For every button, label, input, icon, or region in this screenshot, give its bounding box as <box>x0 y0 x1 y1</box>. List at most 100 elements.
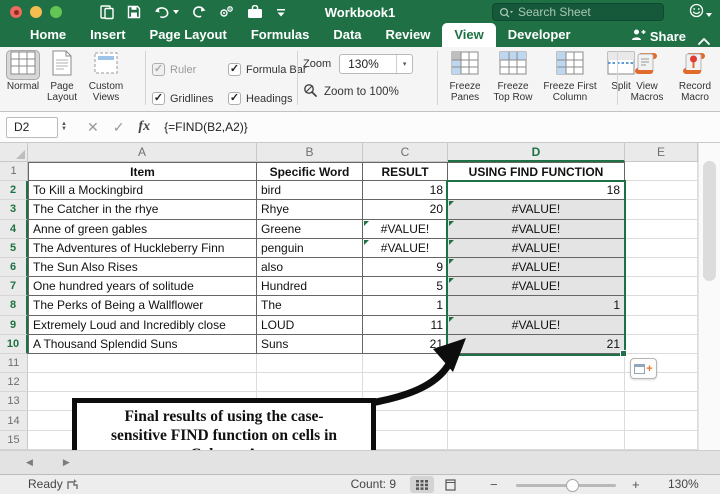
cell-b2[interactable]: bird <box>257 181 363 200</box>
cell-a9[interactable]: Extremely Loud and Incredibly close <box>28 316 257 335</box>
cell-e15[interactable] <box>625 431 698 450</box>
tab-insert[interactable]: Insert <box>78 23 137 47</box>
prev-sheet-icon[interactable]: ◀ <box>26 457 33 468</box>
cell-c4[interactable]: #VALUE! <box>363 220 448 239</box>
share-button[interactable]: Share <box>631 28 686 44</box>
cell-b9[interactable]: LOUD <box>257 316 363 335</box>
cell-c3[interactable]: 20 <box>363 200 448 219</box>
cell-a4[interactable]: Anne of green gables <box>28 220 257 239</box>
select-all-corner[interactable] <box>0 143 28 162</box>
tab-developer[interactable]: Developer <box>496 23 583 47</box>
vertical-scrollbar[interactable] <box>698 143 720 450</box>
row-header-6[interactable]: 6 <box>0 258 28 277</box>
cell-d5[interactable]: #VALUE! <box>448 239 625 258</box>
page-layout-view-button[interactable]: Page Layout <box>44 50 80 103</box>
cell-d10[interactable]: 21 <box>448 335 625 354</box>
row-header-8[interactable]: 8 <box>0 296 28 315</box>
freeze-first-column-button[interactable]: Freeze First Column <box>541 50 599 103</box>
cell-d6[interactable]: #VALUE! <box>448 258 625 277</box>
cell-a1[interactable]: Item <box>28 162 257 181</box>
more-commands-chevron-icon[interactable] <box>276 8 286 17</box>
cell-e14[interactable] <box>625 411 698 430</box>
cell-c2[interactable]: 18 <box>363 181 448 200</box>
cell-c1[interactable]: RESULT <box>363 162 448 181</box>
cell-c7[interactable]: 5 <box>363 277 448 296</box>
cell-e9[interactable] <box>625 316 698 335</box>
freeze-top-row-button[interactable]: Freeze Top Row <box>490 50 536 103</box>
cell-e13[interactable] <box>625 392 698 411</box>
cell-d13[interactable] <box>448 392 625 411</box>
save-icon[interactable] <box>127 5 141 19</box>
row-header-11[interactable]: 11 <box>0 354 28 373</box>
cell-c6[interactable]: 9 <box>363 258 448 277</box>
tab-review[interactable]: Review <box>374 23 443 47</box>
cell-e5[interactable] <box>625 239 698 258</box>
cell-c12[interactable] <box>363 373 448 392</box>
tab-home[interactable]: Home <box>18 23 78 47</box>
cell-a3[interactable]: The Catcher in the rhye <box>28 200 257 219</box>
cancel-icon[interactable]: ✕ <box>87 119 99 136</box>
row-header-7[interactable]: 7 <box>0 277 28 296</box>
row-header-13[interactable]: 13 <box>0 392 28 411</box>
redo-icon[interactable] <box>192 5 206 19</box>
column-header-a[interactable]: A <box>28 143 257 162</box>
cell-d15[interactable] <box>448 431 625 450</box>
cell-a6[interactable]: The Sun Also Rises <box>28 258 257 277</box>
row-header-15[interactable]: 15 <box>0 431 28 450</box>
zoom-dropdown-icon[interactable]: ▾ <box>396 55 412 73</box>
row-header-5[interactable]: 5 <box>0 239 28 258</box>
search-input[interactable]: Search Sheet <box>492 3 664 21</box>
name-box[interactable]: D2 <box>6 117 58 138</box>
cell-a12[interactable] <box>28 373 257 392</box>
cell-e2[interactable] <box>625 181 698 200</box>
row-header-4[interactable]: 4 <box>0 220 28 239</box>
row-header-14[interactable]: 14 <box>0 411 28 430</box>
cell-c10[interactable]: 21 <box>363 335 448 354</box>
row-header-12[interactable]: 12 <box>0 373 28 392</box>
cell-b11[interactable] <box>257 354 363 373</box>
row-header-2[interactable]: 2 <box>0 181 28 200</box>
cell-e8[interactable] <box>625 296 698 315</box>
minimize-window-button[interactable] <box>30 6 42 18</box>
normal-view-button[interactable]: Normal <box>6 50 40 103</box>
undo-icon[interactable] <box>154 6 179 19</box>
cell-b1[interactable]: Specific Word <box>257 162 363 181</box>
view-macros-button[interactable]: View Macros <box>625 50 669 103</box>
fill-handle[interactable] <box>620 350 627 357</box>
column-header-c[interactable]: C <box>363 143 448 162</box>
gridlines-checkbox[interactable]: ✓ Gridlines <box>152 84 228 113</box>
column-header-e[interactable]: E <box>625 143 698 162</box>
zoom-percentage[interactable]: 130% <box>668 477 699 491</box>
cell-d2-active[interactable]: 18 <box>448 181 625 200</box>
cell-e10[interactable] <box>625 335 698 354</box>
zoom-combobox[interactable]: 130% ▾ <box>339 54 413 74</box>
cell-e7[interactable] <box>625 277 698 296</box>
row-header-9[interactable]: 9 <box>0 316 28 335</box>
new-workbook-icon[interactable] <box>100 5 114 20</box>
feedback-smiley-icon[interactable] <box>689 3 704 23</box>
cell-b4[interactable]: Greene <box>257 220 363 239</box>
row-header-1[interactable]: 1 <box>0 162 28 181</box>
cell-c11[interactable] <box>363 354 448 373</box>
column-header-d[interactable]: D <box>448 143 625 162</box>
cell-b5[interactable]: penguin <box>257 239 363 258</box>
cell-c8[interactable]: 1 <box>363 296 448 315</box>
insert-function-icon[interactable]: fx <box>138 119 150 135</box>
zoom-in-button[interactable]: + <box>632 477 640 492</box>
quick-analysis-button[interactable]: + <box>630 358 657 379</box>
cell-b8[interactable]: The <box>257 296 363 315</box>
zoom-slider[interactable] <box>516 484 616 487</box>
cell-d7[interactable]: #VALUE! <box>448 277 625 296</box>
close-window-button[interactable] <box>10 6 22 18</box>
cell-a7[interactable]: One hundred years of solitude <box>28 277 257 296</box>
scrollbar-thumb[interactable] <box>703 161 716 281</box>
cell-b6[interactable]: also <box>257 258 363 277</box>
cell-b12[interactable] <box>257 373 363 392</box>
custom-views-button[interactable]: Custom Views <box>84 50 128 103</box>
cell-b3[interactable]: Rhye <box>257 200 363 219</box>
ruler-checkbox[interactable]: ✓ Ruler <box>152 55 228 84</box>
cell-d1[interactable]: USING FIND FUNCTION <box>448 162 625 181</box>
formula-input[interactable]: {=FIND(B2,A2)} <box>164 120 248 134</box>
zoom-slider-knob[interactable] <box>566 479 579 492</box>
cell-d3[interactable]: #VALUE! <box>448 200 625 219</box>
